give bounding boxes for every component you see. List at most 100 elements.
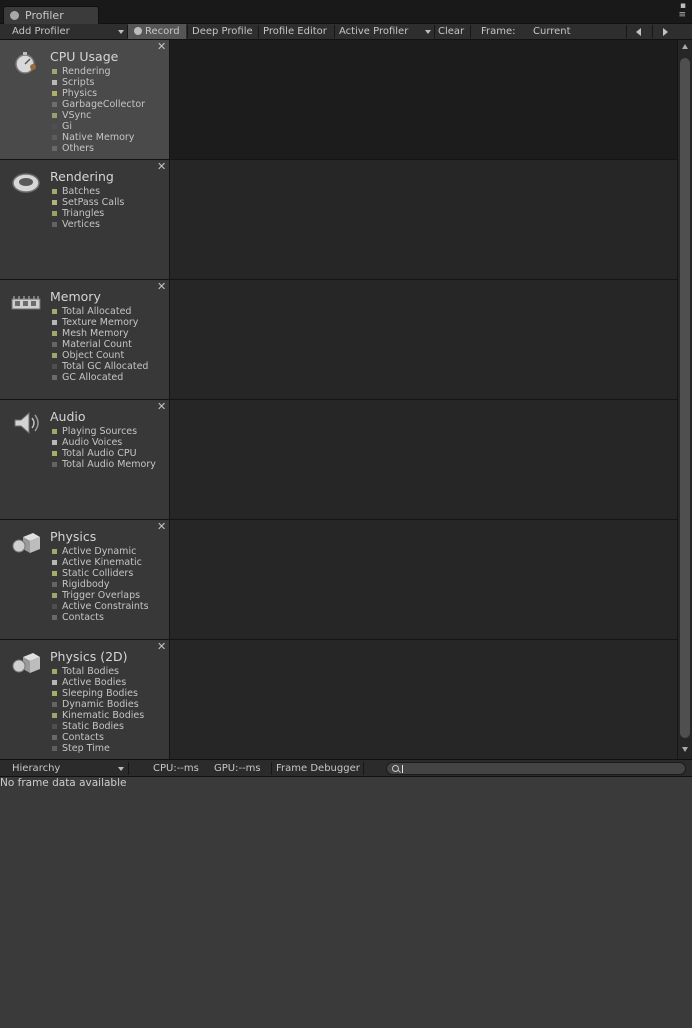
vertical-scrollbar[interactable] bbox=[677, 40, 692, 759]
search-input[interactable] bbox=[386, 762, 686, 775]
legend-item[interactable]: Physics bbox=[52, 88, 145, 99]
area-label-panel[interactable]: Audio ✕ Playing Sources Audio Voices Tot… bbox=[0, 400, 170, 519]
legend-item[interactable]: Step Time bbox=[52, 743, 144, 754]
profiler-area-audio[interactable]: Audio ✕ Playing Sources Audio Voices Tot… bbox=[0, 400, 677, 520]
profiler-area-cpu[interactable]: CPU Usage ✕ Rendering Scripts Physics Ga… bbox=[0, 40, 677, 160]
legend-item[interactable]: Active Kinematic bbox=[52, 557, 149, 568]
legend-item[interactable]: Total GC Allocated bbox=[52, 361, 148, 372]
legend-label: Kinematic Bodies bbox=[62, 710, 145, 721]
legend-item[interactable]: Total Bodies bbox=[52, 666, 144, 677]
legend-item[interactable]: Batches bbox=[52, 186, 124, 197]
legend-item[interactable]: Static Bodies bbox=[52, 721, 144, 732]
profile-editor-button[interactable]: Profile Editor bbox=[263, 24, 327, 39]
toolbar-divider bbox=[363, 762, 364, 775]
clear-button[interactable]: Clear bbox=[438, 24, 464, 39]
area-graph[interactable] bbox=[170, 400, 677, 519]
legend-swatch bbox=[52, 364, 57, 369]
legend-item[interactable]: Vertices bbox=[52, 219, 124, 230]
current-frame-button[interactable]: Current bbox=[533, 24, 571, 39]
area-label-panel[interactable]: CPU Usage ✕ Rendering Scripts Physics Ga… bbox=[0, 40, 170, 159]
area-label-panel[interactable]: Physics (2D) ✕ Total Bodies Active Bodie… bbox=[0, 640, 170, 759]
area-graph[interactable] bbox=[170, 40, 677, 159]
frame-label: Frame: bbox=[481, 26, 516, 37]
legend-item[interactable]: Rendering bbox=[52, 66, 145, 77]
close-icon[interactable]: ✕ bbox=[157, 40, 166, 53]
area-graph[interactable] bbox=[170, 160, 677, 279]
legend-item[interactable]: Gi bbox=[52, 121, 145, 132]
legend-item[interactable]: Static Colliders bbox=[52, 568, 149, 579]
legend-item[interactable]: Total Audio CPU bbox=[52, 448, 156, 459]
legend-swatch bbox=[52, 91, 57, 96]
deep-profile-button[interactable]: Deep Profile bbox=[192, 24, 253, 39]
legend-item[interactable]: SetPass Calls bbox=[52, 197, 124, 208]
area-label-panel[interactable]: Rendering ✕ Batches SetPass Calls Triang… bbox=[0, 160, 170, 279]
legend-swatch bbox=[52, 211, 57, 216]
legend-item[interactable]: Active Constraints bbox=[52, 601, 149, 612]
legend-item[interactable]: VSync bbox=[52, 110, 145, 121]
legend-swatch bbox=[52, 342, 57, 347]
profiler-area-memory[interactable]: Memory ✕ Total Allocated Texture Memory … bbox=[0, 280, 677, 400]
legend-item[interactable]: Others bbox=[52, 143, 145, 154]
toolbar-divider bbox=[128, 762, 129, 775]
legend-swatch bbox=[52, 353, 57, 358]
frame-debugger-button[interactable]: Frame Debugger bbox=[276, 762, 360, 776]
legend-item[interactable]: Active Bodies bbox=[52, 677, 144, 688]
active-profiler-dropdown[interactable]: Active Profiler bbox=[339, 24, 408, 39]
area-graph[interactable] bbox=[170, 640, 677, 759]
tab-profiler[interactable]: Profiler bbox=[3, 6, 99, 24]
legend-item[interactable]: Kinematic Bodies bbox=[52, 710, 144, 721]
scrollbar-thumb[interactable] bbox=[680, 58, 690, 738]
legend-label: Vertices bbox=[62, 219, 100, 230]
legend-item[interactable]: Material Count bbox=[52, 339, 148, 350]
legend-item[interactable]: Active Dynamic bbox=[52, 546, 149, 557]
legend-item[interactable]: Total Audio Memory bbox=[52, 459, 156, 470]
legend-label: Mesh Memory bbox=[62, 328, 129, 339]
area-label-panel[interactable]: Memory ✕ Total Allocated Texture Memory … bbox=[0, 280, 170, 399]
legend-item[interactable]: Triangles bbox=[52, 208, 124, 219]
legend-item[interactable]: Texture Memory bbox=[52, 317, 148, 328]
window-menu-icon[interactable]: ▪ ≡ bbox=[678, 2, 686, 20]
previous-frame-icon[interactable] bbox=[636, 28, 641, 36]
record-button[interactable]: Record bbox=[128, 24, 186, 39]
record-icon bbox=[134, 27, 142, 35]
legend-item[interactable]: GarbageCollector bbox=[52, 99, 145, 110]
legend-item[interactable]: Total Allocated bbox=[52, 306, 148, 317]
add-profiler-dropdown[interactable]: Add Profiler bbox=[12, 24, 70, 39]
legend-label: Object Count bbox=[62, 350, 125, 361]
profiler-area-physics[interactable]: Physics ✕ Active Dynamic Active Kinemati… bbox=[0, 520, 677, 640]
chevron-down-icon bbox=[425, 30, 431, 34]
legend-item[interactable]: Rigidbody bbox=[52, 579, 149, 590]
legend-item[interactable]: GC Allocated bbox=[52, 372, 148, 383]
legend-label: Physics bbox=[62, 88, 98, 99]
legend-item[interactable]: Contacts bbox=[52, 732, 144, 743]
legend-item[interactable]: Playing Sources bbox=[52, 426, 156, 437]
rendering-ring-icon bbox=[12, 173, 40, 193]
legend-item[interactable]: Mesh Memory bbox=[52, 328, 148, 339]
legend-item[interactable]: Scripts bbox=[52, 77, 145, 88]
legend-label: Total Audio Memory bbox=[62, 459, 156, 470]
legend-item[interactable]: Dynamic Bodies bbox=[52, 699, 144, 710]
scroll-up-icon[interactable] bbox=[682, 44, 688, 49]
area-graph[interactable] bbox=[170, 280, 677, 399]
view-mode-dropdown[interactable]: Hierarchy bbox=[12, 762, 60, 776]
close-icon[interactable]: ✕ bbox=[157, 160, 166, 173]
close-icon[interactable]: ✕ bbox=[157, 280, 166, 293]
legend-item[interactable]: Sleeping Bodies bbox=[52, 688, 144, 699]
profiler-area-physics-2d[interactable]: Physics (2D) ✕ Total Bodies Active Bodie… bbox=[0, 640, 677, 760]
legend-item[interactable]: Native Memory bbox=[52, 132, 145, 143]
legend-item[interactable]: Audio Voices bbox=[52, 437, 156, 448]
legend-item[interactable]: Object Count bbox=[52, 350, 148, 361]
close-icon[interactable]: ✕ bbox=[157, 520, 166, 533]
legend-label: Contacts bbox=[62, 732, 104, 743]
area-label-panel[interactable]: Physics ✕ Active Dynamic Active Kinemati… bbox=[0, 520, 170, 639]
area-legend: Total Allocated Texture Memory Mesh Memo… bbox=[52, 306, 148, 383]
scroll-down-icon[interactable] bbox=[682, 747, 688, 752]
area-graph[interactable] bbox=[170, 520, 677, 639]
next-frame-icon[interactable] bbox=[663, 28, 668, 36]
profiler-area-rendering[interactable]: Rendering ✕ Batches SetPass Calls Triang… bbox=[0, 160, 677, 280]
toolbar-divider bbox=[626, 25, 627, 38]
legend-item[interactable]: Contacts bbox=[52, 612, 149, 623]
legend-item[interactable]: Trigger Overlaps bbox=[52, 590, 149, 601]
close-icon[interactable]: ✕ bbox=[157, 640, 166, 653]
close-icon[interactable]: ✕ bbox=[157, 400, 166, 413]
